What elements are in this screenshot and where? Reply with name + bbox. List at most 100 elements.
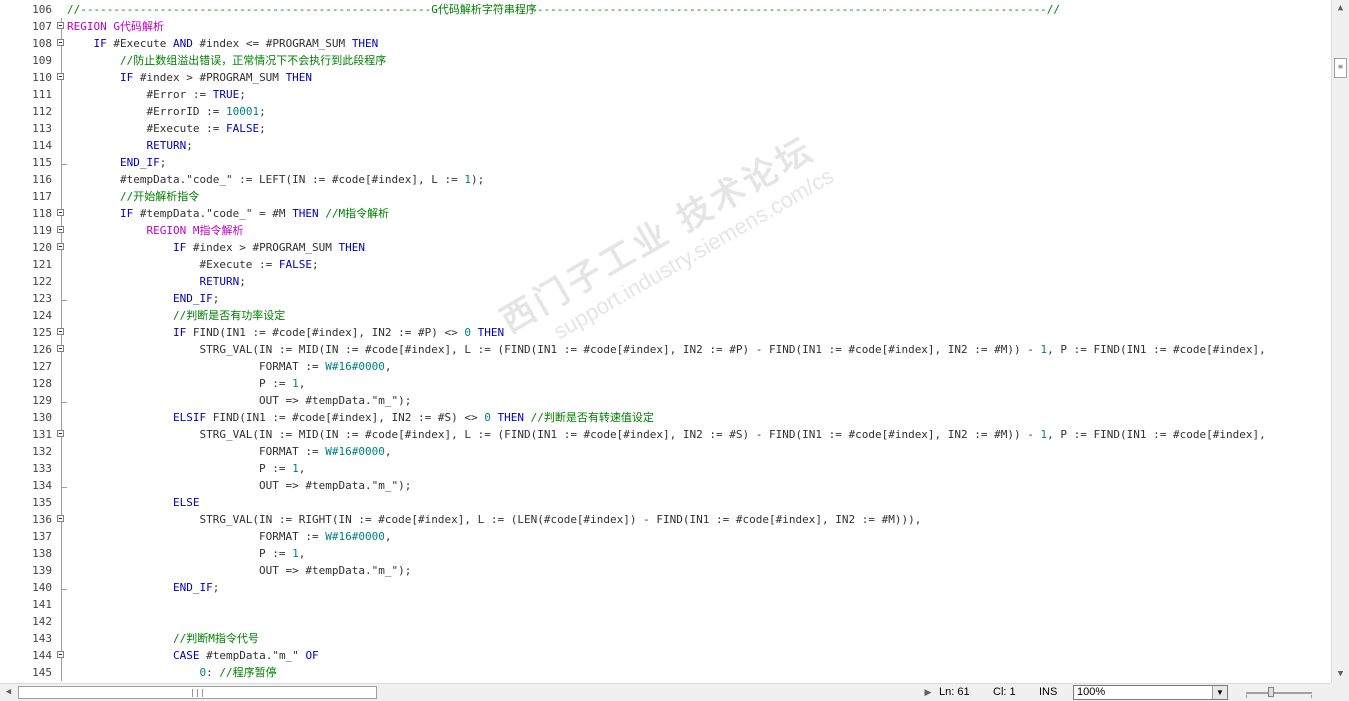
code-token: , <box>384 360 392 373</box>
arrow-down-icon[interactable]: ▼ <box>1332 666 1349 683</box>
code-line[interactable]: 132 FORMAT := W#16#0000, <box>0 443 1331 460</box>
code-line[interactable]: 138 P := 1, <box>0 545 1331 562</box>
code-editor[interactable]: 106 //-----------------------------------… <box>0 0 1331 683</box>
code-line[interactable]: 114 RETURN; <box>0 137 1331 154</box>
code-text: RETURN; <box>67 273 245 290</box>
collapse-icon[interactable] <box>57 328 64 335</box>
code-line[interactable]: 110 IF #index > #PROGRAM_SUM THEN <box>0 69 1331 86</box>
line-number: 115 <box>32 156 52 169</box>
collapse-icon[interactable] <box>57 209 64 216</box>
fold-guide <box>61 358 62 375</box>
collapse-icon[interactable] <box>57 651 64 658</box>
arrow-left-icon[interactable]: ◀ <box>0 684 17 701</box>
fold-guide <box>61 307 62 324</box>
horizontal-scroll-thumb[interactable]: ||| <box>18 686 377 699</box>
code-token: FALSE <box>225 122 260 135</box>
collapse-icon[interactable] <box>57 515 64 522</box>
code-line[interactable]: 136 STRG_VAL(IN := RIGHT(IN := #code[#in… <box>0 511 1331 528</box>
fold-guide <box>61 562 62 579</box>
code-line[interactable]: 116 #tempData."code_" := LEFT(IN := #cod… <box>0 171 1331 188</box>
code-line[interactable]: 134 OUT => #tempData."m_"); <box>0 477 1331 494</box>
code-text: END_IF; <box>67 154 166 171</box>
code-token: 1 <box>292 462 299 475</box>
code-line[interactable]: 119 REGION M指令解析 <box>0 222 1331 239</box>
code-line[interactable]: 141 <box>0 596 1331 613</box>
code-line[interactable]: 145 0: //程序暂停 <box>0 664 1331 681</box>
code-line[interactable]: 118 IF #tempData."code_" = #M THEN //M指令… <box>0 205 1331 222</box>
code-token: , <box>298 547 306 560</box>
code-text: REGION G代码解析 <box>67 18 164 35</box>
code-token: , <box>298 462 306 475</box>
collapse-icon[interactable] <box>57 226 64 233</box>
code-line[interactable]: 109 //防止数组溢出错误，正常情况下不会执行到此段程序 <box>0 52 1331 69</box>
code-line[interactable]: 133 P := 1, <box>0 460 1331 477</box>
code-line[interactable]: 124 //判断是否有功率设定 <box>0 307 1331 324</box>
code-line[interactable]: 142 <box>0 613 1331 630</box>
arrow-right-icon[interactable]: ▶ <box>922 684 934 701</box>
code-line[interactable]: 122 RETURN; <box>0 273 1331 290</box>
code-line[interactable]: 117 //开始解析指令 <box>0 188 1331 205</box>
code-token: REGION G代码解析 <box>67 20 164 33</box>
status-bar: ▶ Ln: 61 Cl: 1 INS 100% ▼ <box>925 683 1349 701</box>
code-token: THEN <box>338 241 366 254</box>
code-line[interactable]: 131 STRG_VAL(IN := MID(IN := #code[#inde… <box>0 426 1331 443</box>
code-token: 0 <box>484 411 491 424</box>
code-line[interactable]: 113 #Execute := FALSE; <box>0 120 1331 137</box>
zoom-slider-track[interactable] <box>1246 692 1312 694</box>
code-line[interactable]: 121 #Execute := FALSE; <box>0 256 1331 273</box>
code-token: //判断是否有转速值设定 <box>530 411 654 424</box>
insert-mode-indicator[interactable]: INS <box>1039 684 1057 701</box>
fold-guide <box>61 137 62 154</box>
code-line[interactable]: 137 FORMAT := W#16#0000, <box>0 528 1331 545</box>
code-line[interactable]: 107 REGION G代码解析 <box>0 18 1331 35</box>
code-token: AND <box>172 37 193 50</box>
code-line[interactable]: 140 END_IF; <box>0 579 1331 596</box>
code-line[interactable]: 120 IF #index > #PROGRAM_SUM THEN <box>0 239 1331 256</box>
code-line[interactable]: 123 END_IF; <box>0 290 1331 307</box>
code-line[interactable]: 115 END_IF; <box>0 154 1331 171</box>
horizontal-scrollbar[interactable]: ◀ ||| <box>0 683 934 701</box>
arrow-up-icon[interactable]: ▲ <box>1332 0 1349 17</box>
collapse-icon[interactable] <box>57 243 64 250</box>
code-line[interactable]: 127 FORMAT := W#16#0000, <box>0 358 1331 375</box>
zoom-select[interactable]: 100% ▼ <box>1073 685 1228 700</box>
vertical-scrollbar[interactable]: ▲ ≡ ▼ <box>1331 0 1349 683</box>
collapse-icon[interactable] <box>57 39 64 46</box>
code-token: IF <box>172 326 187 339</box>
code-line[interactable]: 129 OUT => #tempData."m_"); <box>0 392 1331 409</box>
line-indicator: Ln: 61 <box>939 686 970 698</box>
code-line[interactable]: 139 OUT => #tempData."m_"); <box>0 562 1331 579</box>
fold-guide <box>61 443 62 460</box>
code-token: TRUE <box>212 88 240 101</box>
code-token: THEN <box>292 207 319 220</box>
vertical-scroll-thumb[interactable]: ≡ <box>1334 58 1347 78</box>
collapse-icon[interactable] <box>57 73 64 80</box>
code-line[interactable]: 125 IF FIND(IN1 := #code[#index], IN2 :=… <box>0 324 1331 341</box>
fold-guide <box>61 375 62 392</box>
code-line[interactable]: 126 STRG_VAL(IN := MID(IN := #code[#inde… <box>0 341 1331 358</box>
code-text: #Execute := FALSE; <box>67 120 265 137</box>
line-number: 120 <box>32 241 52 254</box>
code-line[interactable]: 108 IF #Execute AND #index <= #PROGRAM_S… <box>0 35 1331 52</box>
code-line[interactable]: 106 //-----------------------------------… <box>0 1 1331 18</box>
chevron-down-icon[interactable]: ▼ <box>1212 686 1227 699</box>
code-line[interactable]: 135 ELSE <box>0 494 1331 511</box>
code-line[interactable]: 144 CASE #tempData."m_" OF <box>0 647 1331 664</box>
zoom-slider-handle[interactable] <box>1268 687 1274 697</box>
code-line[interactable]: 143 //判断M指令代号 <box>0 630 1331 647</box>
code-text: //--------------------------------------… <box>67 1 1060 18</box>
collapse-icon[interactable] <box>57 430 64 437</box>
code-line[interactable]: 128 P := 1, <box>0 375 1331 392</box>
code-line[interactable]: 111 #Error := TRUE; <box>0 86 1331 103</box>
collapse-icon[interactable] <box>57 22 64 29</box>
code-line[interactable]: 112 #ErrorID := 10001; <box>0 103 1331 120</box>
collapse-icon[interactable] <box>57 345 64 352</box>
code-token: ELSE <box>172 496 200 509</box>
code-line[interactable]: 130 ELSIF FIND(IN1 := #code[#index], IN2… <box>0 409 1331 426</box>
